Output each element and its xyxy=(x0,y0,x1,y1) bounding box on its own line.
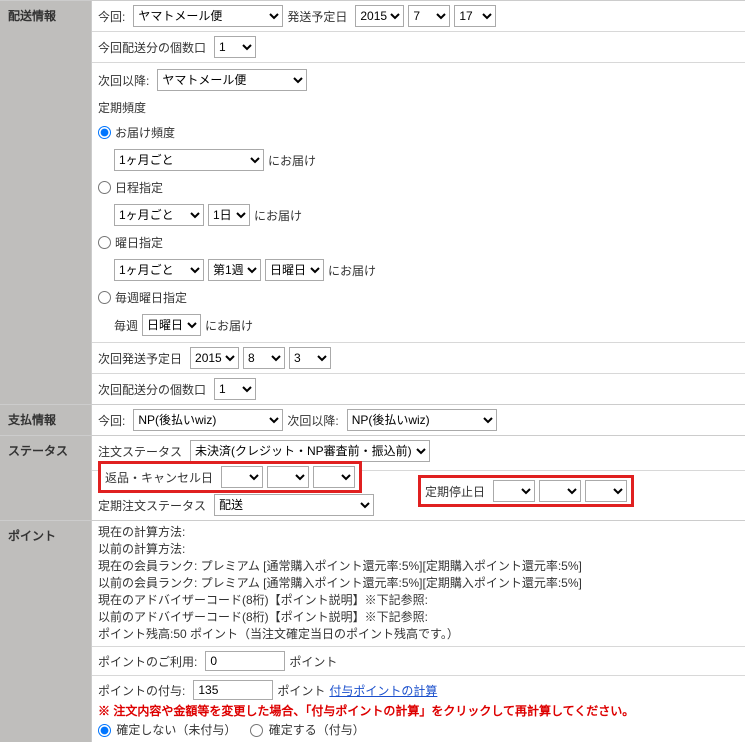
next-year-select[interactable]: 2015 xyxy=(190,347,239,369)
rank-prev: 以前の会員ランク: プレミアム [通常購入ポイント還元率:5%][定期購入ポイン… xyxy=(98,574,739,591)
adv-current: 現在のアドバイザーコード(8桁)【ポイント説明】※下記参照: xyxy=(98,591,739,608)
fix-no-option[interactable]: 確定しない（未付与） xyxy=(98,721,236,738)
payment-title: 支払情報 xyxy=(0,405,92,435)
calc-current: 現在の計算方法: xyxy=(98,523,739,540)
recur-freq-suffix: にお届け xyxy=(268,152,316,169)
next-boxes-row: 次回配送分の個数口 1 xyxy=(92,374,745,404)
recur-freq-radio[interactable] xyxy=(98,126,111,139)
cancel-y-select[interactable] xyxy=(221,466,263,488)
cancel-d-select[interactable] xyxy=(313,466,355,488)
recur-dow-suffix: にお届け xyxy=(328,262,376,279)
recur-weekly-prefix: 毎週 xyxy=(114,317,138,334)
payment-row: 今回: NP(後払いwiz) 次回以降: NP(後払いwiz) xyxy=(92,405,745,435)
recur-label: 定期頻度 xyxy=(98,101,146,115)
point-use-label: ポイントのご利用: xyxy=(98,653,197,670)
recur-weekly-radio[interactable] xyxy=(98,291,111,304)
payment-section: 支払情報 今回: NP(後払いwiz) 次回以降: NP(後払いwiz) xyxy=(0,404,745,435)
order-status-label: 注文ステータス xyxy=(98,443,182,460)
payment-next-select[interactable]: NP(後払いwiz) xyxy=(347,409,497,431)
recur-freq-label: お届け頻度 xyxy=(115,124,175,141)
point-use-input[interactable] xyxy=(205,651,285,671)
next-ship-date-row: 次回発送予定日 2015 8 3 xyxy=(92,343,745,374)
shipping-boxes-row: 今回配送分の個数口 1 xyxy=(92,32,745,63)
recur-date-label: 日程指定 xyxy=(115,179,163,196)
sub-status-label: 定期注文ステータス xyxy=(98,497,206,514)
next-boxes-label: 次回配送分の個数口 xyxy=(98,381,206,398)
shipping-next-row: 次回以降: ヤマトメール便 定期頻度 お届け頻度 1ヶ月ごと にお届け 日程指定… xyxy=(92,63,745,343)
boxes-select[interactable]: 1 xyxy=(214,36,256,58)
this-time-label: 今回: xyxy=(98,8,125,25)
cancel-date-highlight: 返品・キャンセル日 xyxy=(98,461,362,493)
stop-y-select[interactable] xyxy=(493,480,535,502)
recur-dow-sel1[interactable]: 1ヶ月ごと xyxy=(114,259,204,281)
status-title: ステータス xyxy=(0,436,92,520)
next-month-select[interactable]: 8 xyxy=(243,347,285,369)
fix-yes-radio[interactable] xyxy=(250,724,263,737)
stop-date-label: 定期停止日 xyxy=(425,483,485,500)
payment-next-label: 次回以降: xyxy=(287,412,338,429)
stop-date-highlight: 定期停止日 xyxy=(418,475,634,507)
recur-freq-select[interactable]: 1ヶ月ごと xyxy=(114,149,264,171)
recur-dow-radio[interactable] xyxy=(98,236,111,249)
cancel-m-select[interactable] xyxy=(267,466,309,488)
recur-dow-sel2[interactable]: 第1週 xyxy=(208,259,261,281)
point-balance: ポイント残高:50 ポイント（当注文確定当日のポイント残高です。） xyxy=(98,625,739,642)
recur-weekly-label: 毎週曜日指定 xyxy=(115,289,187,306)
point-body: 現在の計算方法: 以前の計算方法: 現在の会員ランク: プレミアム [通常購入ポ… xyxy=(92,521,745,742)
recur-date-radio[interactable] xyxy=(98,181,111,194)
cancel-date-label: 返品・キャンセル日 xyxy=(105,469,213,486)
fix-no-label: 確定しない（未付与） xyxy=(116,723,236,737)
shipping-section: 配送情報 今回: ヤマトメール便 発送予定日 2015 7 17 今回配送分の個… xyxy=(0,0,745,404)
point-section: ポイント 現在の計算方法: 以前の計算方法: 現在の会員ランク: プレミアム [… xyxy=(0,520,745,742)
payment-method-select[interactable]: NP(後払いwiz) xyxy=(133,409,283,431)
next-method-select[interactable]: ヤマトメール便 xyxy=(157,69,307,91)
recur-date-suffix: にお届け xyxy=(254,207,302,224)
adv-prev: 以前のアドバイザーコード(8桁)【ポイント説明】※下記参照: xyxy=(98,608,739,625)
stop-m-select[interactable] xyxy=(539,480,581,502)
shipping-body: 今回: ヤマトメール便 発送予定日 2015 7 17 今回配送分の個数口 1 … xyxy=(92,1,745,404)
boxes-label: 今回配送分の個数口 xyxy=(98,39,206,56)
recur-date-sel2[interactable]: 1日 xyxy=(208,204,250,226)
status-body: 注文ステータス 未決済(クレジット・NP審査前・振込前) 返品・キャンセル日 定… xyxy=(92,436,745,520)
point-grant-input[interactable] xyxy=(193,680,273,700)
next-day-select[interactable]: 3 xyxy=(289,347,331,369)
point-title: ポイント xyxy=(0,521,92,742)
recur-weekly-suffix: にお届け xyxy=(205,317,253,334)
next-boxes-select[interactable]: 1 xyxy=(214,378,256,400)
payment-this-label: 今回: xyxy=(98,412,125,429)
ship-year-select[interactable]: 2015 xyxy=(355,5,404,27)
next-ship-label: 次回発送予定日 xyxy=(98,350,182,367)
point-grant-unit: ポイント xyxy=(277,682,325,699)
ship-day-select[interactable]: 17 xyxy=(454,5,496,27)
stop-d-select[interactable] xyxy=(585,480,627,502)
next-label: 次回以降: xyxy=(98,72,149,89)
point-use-row: ポイントのご利用: ポイント xyxy=(92,647,745,676)
ship-month-select[interactable]: 7 xyxy=(408,5,450,27)
rank-current: 現在の会員ランク: プレミアム [通常購入ポイント還元率:5%][定期購入ポイン… xyxy=(98,557,739,574)
status-section: ステータス 注文ステータス 未決済(クレジット・NP審査前・振込前) 返品・キャ… xyxy=(0,435,745,520)
fix-yes-option[interactable]: 確定する（付与） xyxy=(250,721,364,738)
shipping-this-row: 今回: ヤマトメール便 発送予定日 2015 7 17 xyxy=(92,1,745,32)
fix-no-radio[interactable] xyxy=(98,724,111,737)
point-grant-label: ポイントの付与: xyxy=(98,682,185,699)
grant-calc-link[interactable]: 付与ポイントの計算 xyxy=(329,682,437,699)
shipping-method-select[interactable]: ヤマトメール便 xyxy=(133,5,283,27)
payment-body: 今回: NP(後払いwiz) 次回以降: NP(後払いwiz) xyxy=(92,405,745,435)
point-use-unit: ポイント xyxy=(289,653,337,670)
recur-weekly-sel[interactable]: 日曜日 xyxy=(142,314,201,336)
recur-date-sel1[interactable]: 1ヶ月ごと xyxy=(114,204,204,226)
shipping-title: 配送情報 xyxy=(0,1,92,404)
recur-dow-label: 曜日指定 xyxy=(115,234,163,251)
sub-status-select[interactable]: 配送 xyxy=(214,494,374,516)
point-note: ※ 注文内容や金額等を変更した場合、「付与ポイントの計算」をクリックして再計算し… xyxy=(98,702,739,719)
fix-yes-label: 確定する（付与） xyxy=(269,723,365,737)
ship-date-label: 発送予定日 xyxy=(287,8,347,25)
order-status-select[interactable]: 未決済(クレジット・NP審査前・振込前) xyxy=(190,440,430,462)
calc-prev: 以前の計算方法: xyxy=(98,540,739,557)
recur-dow-sel3[interactable]: 日曜日 xyxy=(265,259,324,281)
